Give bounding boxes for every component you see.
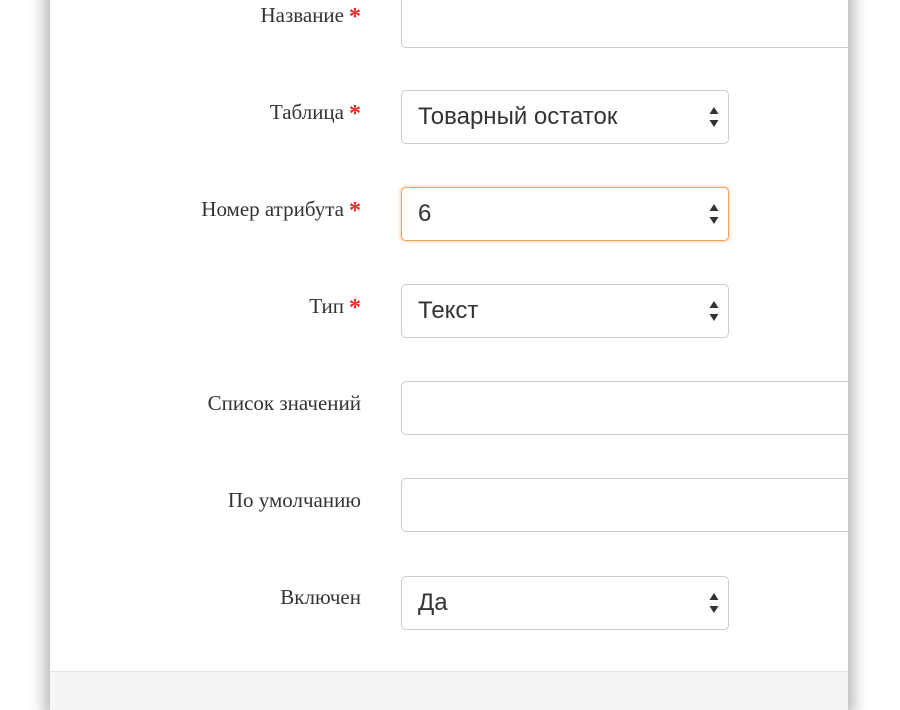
table-select-value: Товарный остаток: [418, 103, 618, 130]
select-arrows-icon: [709, 107, 719, 127]
required-mark: *: [349, 295, 361, 321]
default-label: По умолчанию: [227, 488, 361, 512]
attribute-number-label: Номер атрибута *: [201, 197, 361, 224]
required-mark: *: [349, 101, 361, 127]
type-select[interactable]: Текст: [401, 284, 729, 338]
required-mark: *: [349, 4, 361, 30]
enabled-select[interactable]: Да: [401, 576, 729, 630]
enabled-select-value: Да: [418, 589, 448, 616]
attribute-number-select[interactable]: 6: [401, 187, 729, 241]
type-label: Тип *: [309, 294, 361, 321]
name-label: Название *: [260, 3, 361, 30]
default-input[interactable]: [401, 478, 848, 532]
table-label: Таблица *: [269, 100, 361, 127]
name-input[interactable]: [401, 0, 848, 48]
form-dialog: Название * Таблица * Товарный остаток Номе…: [50, 0, 848, 710]
dialog-footer: [50, 671, 848, 710]
value-list-input[interactable]: [401, 381, 848, 435]
enabled-label: Включен: [280, 585, 361, 609]
attribute-number-select-value: 6: [418, 200, 432, 227]
select-arrows-icon: [709, 301, 719, 321]
type-select-value: Текст: [418, 297, 479, 324]
table-select[interactable]: Товарный остаток: [401, 90, 729, 144]
select-arrows-icon: [709, 204, 719, 224]
value-list-label: Список значений: [207, 391, 361, 415]
required-mark: *: [349, 198, 361, 224]
select-arrows-icon: [709, 593, 719, 613]
